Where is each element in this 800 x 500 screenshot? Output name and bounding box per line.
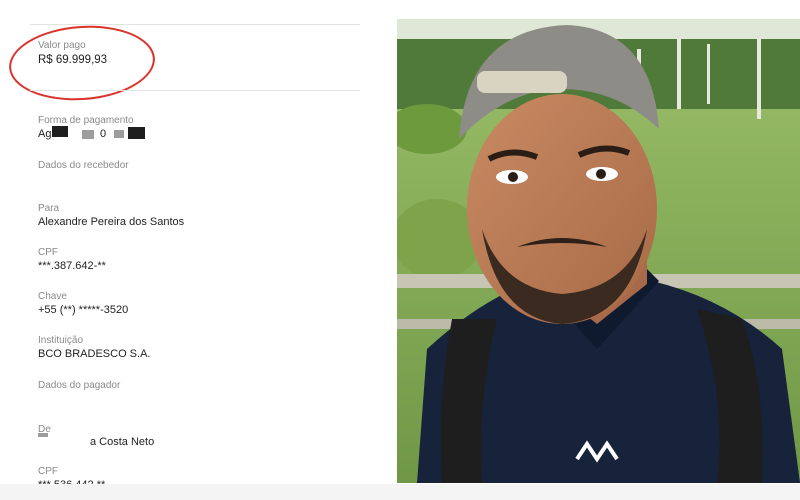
- cpf-recebedor-value: ***.387.642-**: [38, 260, 106, 272]
- selfie-illustration: [397, 19, 800, 483]
- forma-pagamento-fragment-2: 0: [100, 128, 107, 140]
- redaction-block: [52, 126, 68, 137]
- forma-pagamento-fragment-1: Ag: [38, 128, 52, 140]
- chave-value: +55 (**) *****-3520: [38, 304, 129, 316]
- redaction-block: [38, 433, 48, 437]
- selfie-photo: [397, 19, 800, 483]
- redaction-block: [128, 127, 145, 139]
- dados-pagador-heading: Dados do pagador: [38, 380, 121, 391]
- forma-pagamento-label: Forma de pagamento: [38, 115, 134, 126]
- cpf-pagador-label: CPF: [38, 466, 58, 477]
- de-value: a Costa Neto: [90, 436, 155, 448]
- para-value: Alexandre Pereira dos Santos: [38, 216, 185, 228]
- section-divider: [30, 90, 360, 91]
- instituicao-value: BCO BRADESCO S.A.: [38, 348, 151, 360]
- bottom-strip: [0, 484, 800, 500]
- payment-receipt: Valor pago R$ 69.999,93 Forma de pagamen…: [0, 0, 390, 500]
- top-divider: [30, 24, 360, 25]
- chave-label: Chave: [38, 291, 67, 302]
- instituicao-label: Instituição: [38, 335, 84, 346]
- red-highlight-circle: [6, 20, 158, 106]
- redaction-block: [114, 130, 124, 138]
- dados-recebedor-heading: Dados do recebedor: [38, 160, 129, 171]
- cpf-recebedor-label: CPF: [38, 247, 58, 258]
- redaction-block: [82, 130, 94, 139]
- para-label: Para: [38, 203, 60, 214]
